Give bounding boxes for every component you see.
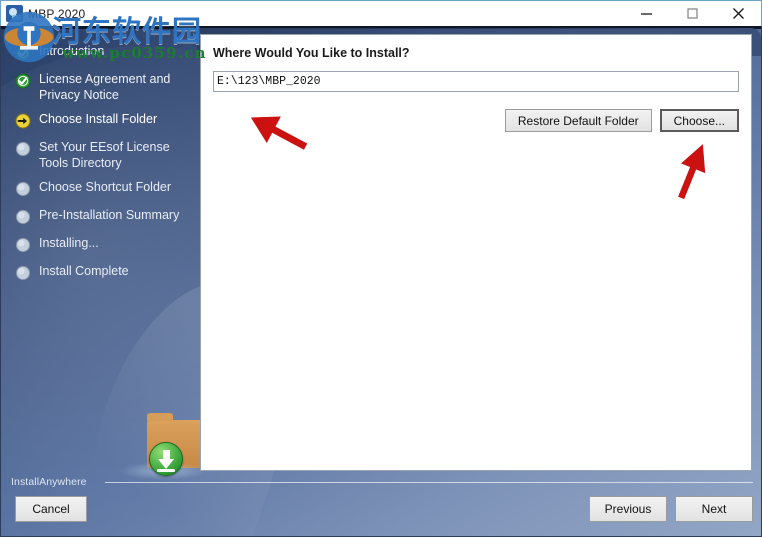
sidebar-item-label: Pre-Installation Summary bbox=[39, 208, 180, 222]
sidebar-item-introduction[interactable]: Introduction bbox=[5, 44, 195, 63]
arrow-circle-icon bbox=[15, 113, 31, 129]
sidebar-item-eesof-license-tools[interactable]: Set Your EEsof License Tools Directory bbox=[5, 140, 195, 171]
install-path-input[interactable] bbox=[213, 71, 739, 92]
sidebar-item-label: Choose Install Folder bbox=[39, 112, 158, 126]
previous-button[interactable]: Previous bbox=[589, 496, 667, 522]
sidebar-item-label: Installing... bbox=[39, 236, 99, 250]
sidebar-item-label: Set Your EEsof License Tools Directory bbox=[39, 140, 170, 170]
step-list: Introduction License Agreement and Priva… bbox=[5, 44, 195, 484]
check-circle-icon bbox=[15, 45, 31, 61]
sidebar-item-label: Install Complete bbox=[39, 264, 129, 278]
install-location-prompt: Where Would You Like to Install? bbox=[213, 46, 410, 60]
close-button[interactable] bbox=[715, 1, 761, 26]
app-icon bbox=[6, 5, 23, 22]
check-circle-icon bbox=[15, 73, 31, 89]
sidebar-item-label: License Agreement and Privacy Notice bbox=[39, 72, 171, 102]
content-panel: Where Would You Like to Install? Restore… bbox=[200, 34, 752, 471]
window-controls bbox=[623, 1, 761, 27]
empty-circle-icon bbox=[15, 181, 31, 197]
sidebar-item-installing[interactable]: Installing... bbox=[5, 236, 195, 255]
sidebar-item-choose-install-folder[interactable]: Choose Install Folder bbox=[5, 112, 195, 131]
installanywhere-brand: InstallAnywhere bbox=[11, 476, 87, 488]
title-bar: MBP 2020 bbox=[0, 0, 762, 26]
sidebar-item-license-agreement[interactable]: License Agreement and Privacy Notice bbox=[5, 72, 195, 103]
sidebar-item-label: Introduction bbox=[39, 44, 105, 58]
footer-button-bar: Cancel Previous Next bbox=[1, 496, 761, 524]
choose-folder-button[interactable]: Choose... bbox=[659, 109, 739, 132]
sidebar-item-install-complete[interactable]: Install Complete bbox=[5, 264, 195, 283]
restore-default-folder-button[interactable]: Restore Default Folder bbox=[504, 109, 652, 132]
installer-window: MBP 2020 Choose Install Folder bbox=[0, 0, 762, 537]
window-title: MBP 2020 bbox=[28, 6, 86, 21]
folder-action-buttons: Restore Default Folder Choose... bbox=[213, 109, 739, 132]
cancel-button[interactable]: Cancel bbox=[15, 496, 87, 522]
footer-divider bbox=[105, 482, 753, 483]
maximize-button[interactable] bbox=[669, 1, 715, 26]
sidebar-item-label: Choose Shortcut Folder bbox=[39, 180, 172, 194]
sidebar-item-choose-shortcut-folder[interactable]: Choose Shortcut Folder bbox=[5, 180, 195, 199]
minimize-button[interactable] bbox=[623, 1, 669, 26]
empty-circle-icon bbox=[15, 237, 31, 253]
empty-circle-icon bbox=[15, 209, 31, 225]
empty-circle-icon bbox=[15, 265, 31, 281]
empty-circle-icon bbox=[15, 141, 31, 157]
next-button[interactable]: Next bbox=[675, 496, 753, 522]
sidebar-item-pre-installation-summary[interactable]: Pre-Installation Summary bbox=[5, 208, 195, 227]
